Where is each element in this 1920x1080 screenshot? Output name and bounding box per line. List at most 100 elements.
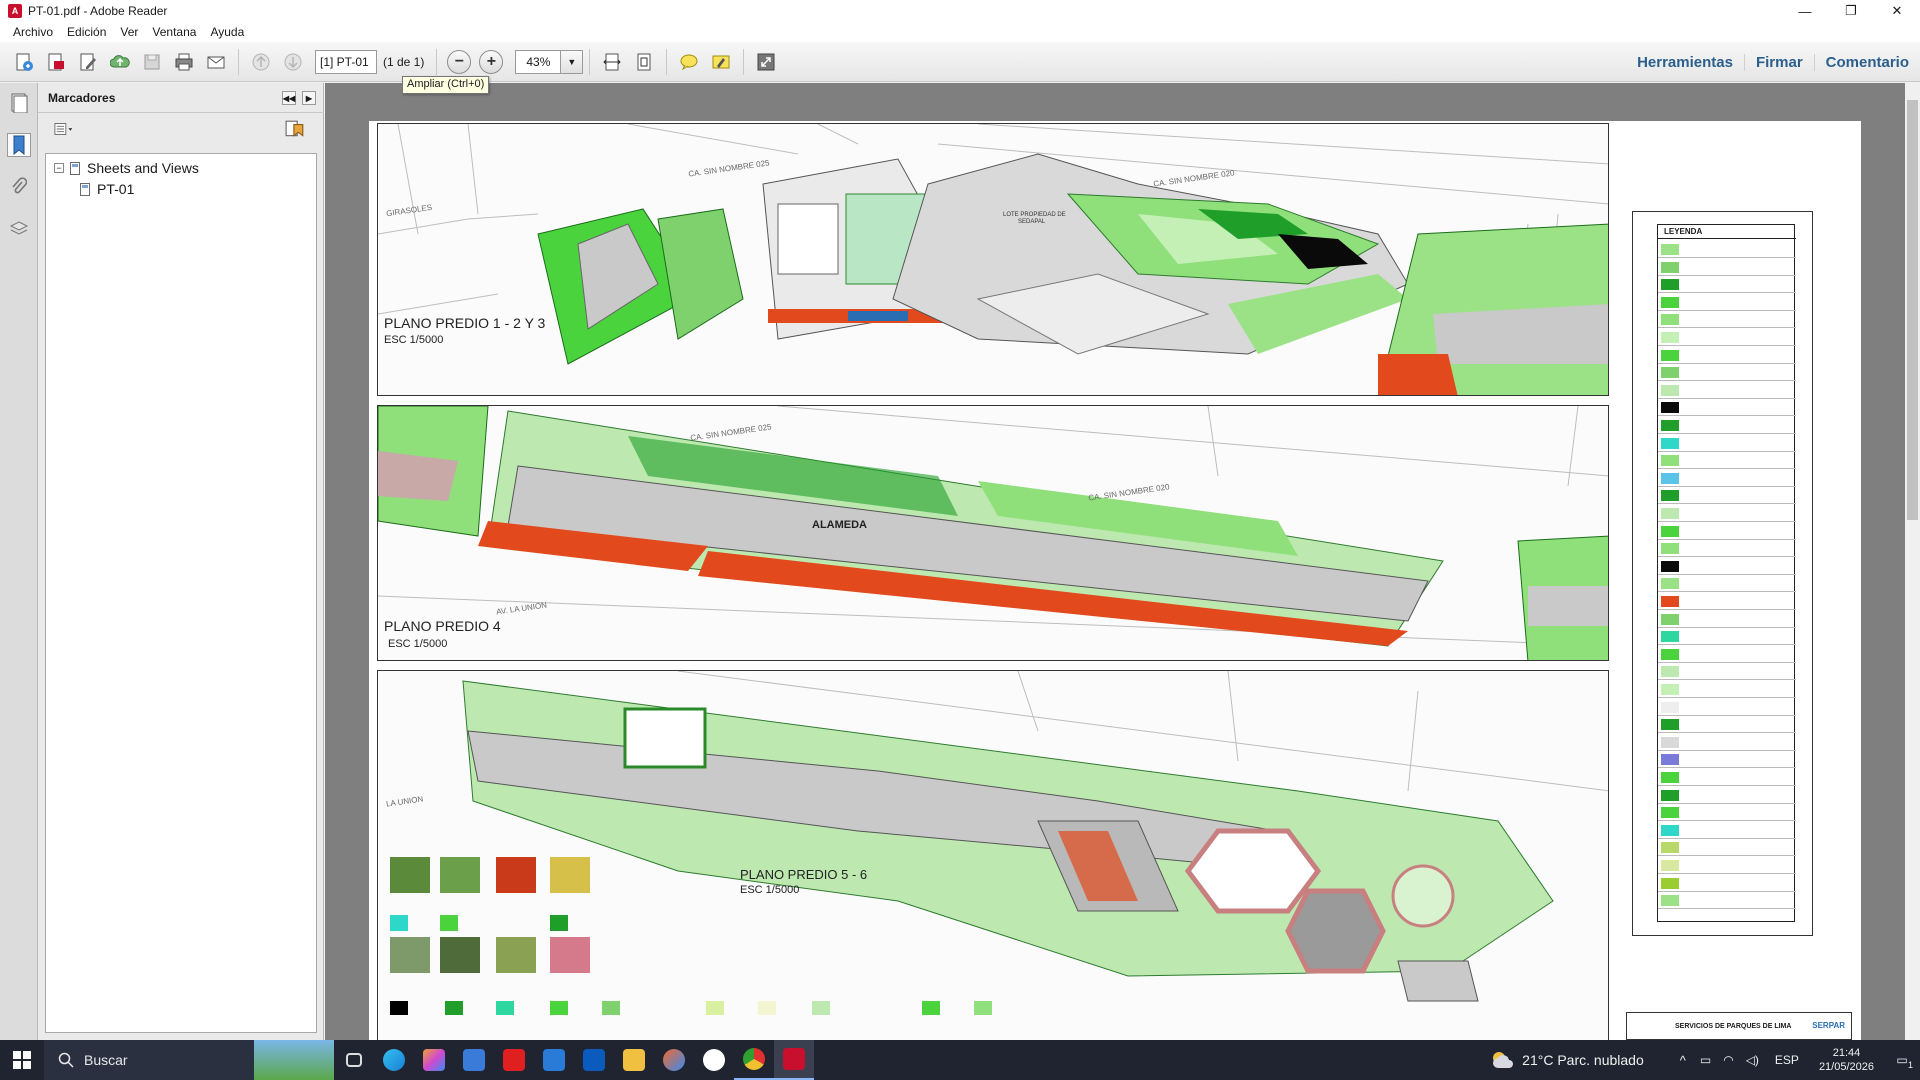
save-button[interactable] (138, 48, 166, 76)
legend-swatch (1661, 349, 1679, 361)
fit-width-icon (603, 53, 622, 70)
bookmark-page-icon (80, 182, 90, 196)
legend-swatch (1661, 525, 1679, 537)
bookmarks-panel: Marcadores ◀◀ ▶ − Sheets and Views PT-01 (38, 83, 324, 1040)
fit-page-button[interactable] (630, 48, 658, 76)
clock[interactable]: 21:44 21/05/2026 (1819, 1046, 1874, 1074)
adobe-reader-taskbar-button[interactable] (774, 1040, 814, 1080)
tree-item-label: Sheets and Views (87, 160, 199, 176)
minimize-button[interactable]: — (1782, 0, 1828, 22)
system-tray: 21°C Parc. nublado ^ ▭ ◠ ◁) ESP 21:44 21… (1490, 1040, 1920, 1080)
zoom-input[interactable]: 43% (515, 49, 562, 74)
legend-row (1658, 259, 1796, 276)
clock-time: 21:44 (1832, 1047, 1861, 1059)
tree-item-pt-01[interactable]: PT-01 (80, 181, 134, 197)
create-pdf-button[interactable] (10, 48, 38, 76)
menu-ventana[interactable]: Ventana (145, 25, 203, 39)
previous-page-button[interactable] (247, 48, 275, 76)
bookmark-options-button[interactable] (52, 119, 76, 139)
network-icon[interactable]: ▭ (1700, 1053, 1711, 1067)
fit-width-button[interactable] (598, 48, 626, 76)
highlight-button[interactable] (707, 48, 735, 76)
tools-link[interactable]: Herramientas (1626, 54, 1744, 71)
next-page-button[interactable] (279, 48, 307, 76)
legend-row (1658, 417, 1796, 434)
legend-swatch (390, 1001, 408, 1015)
scrollbar-thumb[interactable] (1907, 100, 1918, 520)
copilot-button[interactable] (414, 1040, 454, 1080)
chrome-button[interactable] (734, 1040, 774, 1080)
youtube-button[interactable] (494, 1040, 534, 1080)
close-button[interactable]: ✕ (1874, 0, 1920, 22)
legend-swatch (440, 915, 458, 931)
notifications-button[interactable]: ▭ 1 (1884, 1040, 1920, 1080)
plan-predio-4: ALAMEDA CA. SIN NOMBRE 025 CA. SIN NOMBR… (377, 405, 1609, 661)
mail-button[interactable] (534, 1040, 574, 1080)
menu-ayuda[interactable]: Ayuda (203, 25, 251, 39)
volume-icon[interactable]: ◁) (1746, 1053, 1759, 1067)
zoom-in-button[interactable]: + (479, 49, 504, 74)
collapse-panel-button[interactable]: ◀◀ (282, 91, 296, 105)
photos-button[interactable] (654, 1040, 694, 1080)
search-placeholder: Buscar (84, 1052, 128, 1068)
legend-swatch (1661, 631, 1679, 643)
cloud-upload-button[interactable] (106, 48, 134, 76)
page-thumbnails-icon[interactable] (7, 91, 31, 115)
comment-button[interactable] (675, 48, 703, 76)
legend-swatch (706, 1001, 724, 1015)
legend-swatch (922, 1001, 940, 1015)
menu-ver[interactable]: Ver (113, 25, 145, 39)
edge-icon (383, 1049, 405, 1071)
sign-link[interactable]: Firmar (1743, 53, 1814, 71)
file-explorer-button[interactable] (614, 1040, 654, 1080)
start-button[interactable] (0, 1040, 44, 1080)
comment-link[interactable]: Comentario (1813, 53, 1920, 71)
legend-row (1658, 839, 1796, 857)
app-button[interactable] (694, 1040, 734, 1080)
maximize-button[interactable]: ❐ (1828, 0, 1874, 22)
toolbar-separator (589, 48, 591, 75)
menu-edicion[interactable]: Edición (60, 25, 113, 39)
weather-text[interactable]: 21°C Parc. nublado (1522, 1052, 1644, 1068)
task-view-button[interactable] (334, 1040, 374, 1080)
legend-swatch (1661, 648, 1679, 660)
outlook-button[interactable] (574, 1040, 614, 1080)
page-count-label: (1 de 1) (383, 54, 425, 69)
store-button[interactable] (454, 1040, 494, 1080)
legend-swatch (974, 1001, 992, 1015)
wifi-icon[interactable]: ◠ (1723, 1053, 1733, 1067)
tree-collapse-toggle[interactable]: − (54, 163, 64, 173)
panel-options-button[interactable]: ▶ (302, 91, 316, 105)
email-button[interactable] (202, 48, 230, 76)
windows-taskbar: Buscar 21°C Parc. nublado ^ ▭ ◠ ◁) ESP 2… (0, 1040, 1920, 1080)
clock-date: 21/05/2026 (1818, 1061, 1874, 1073)
menu-archivo[interactable]: Archivo (6, 25, 60, 39)
taskbar-search-box[interactable]: Buscar (44, 1040, 254, 1080)
legend-swatch (1661, 384, 1679, 396)
plant-photo (440, 857, 480, 893)
print-button[interactable] (170, 48, 198, 76)
zoom-dropdown-button[interactable]: ▼ (561, 49, 584, 74)
language-indicator[interactable]: ESP (1775, 1053, 1799, 1067)
legend-row (1658, 523, 1796, 540)
edge-button[interactable] (374, 1040, 414, 1080)
legend-row (1658, 505, 1796, 522)
layers-icon[interactable] (7, 217, 31, 241)
photos-icon (663, 1049, 685, 1071)
plus-icon: + (486, 52, 497, 70)
arrow-down-icon (284, 53, 302, 70)
legend-swatch (1661, 367, 1679, 379)
chevron-up-icon[interactable]: ^ (1680, 1053, 1686, 1068)
export-pdf-button[interactable] (42, 48, 70, 76)
expand-bookmark-button[interactable] (284, 119, 306, 139)
edit-pdf-button[interactable] (74, 48, 102, 76)
full-screen-button[interactable] (752, 48, 780, 76)
legend-row (1658, 329, 1796, 346)
zoom-out-button[interactable]: − (447, 49, 472, 74)
bookmarks-icon[interactable] (7, 133, 31, 157)
tree-item-sheets-and-views[interactable]: − Sheets and Views (54, 160, 199, 176)
page-number-input[interactable]: [1] PT-01 (315, 49, 377, 74)
plan-3-title: PLANO PREDIO 5 - 6 (740, 867, 868, 882)
legend-swatch (1661, 807, 1679, 819)
attachments-icon[interactable] (7, 175, 31, 199)
